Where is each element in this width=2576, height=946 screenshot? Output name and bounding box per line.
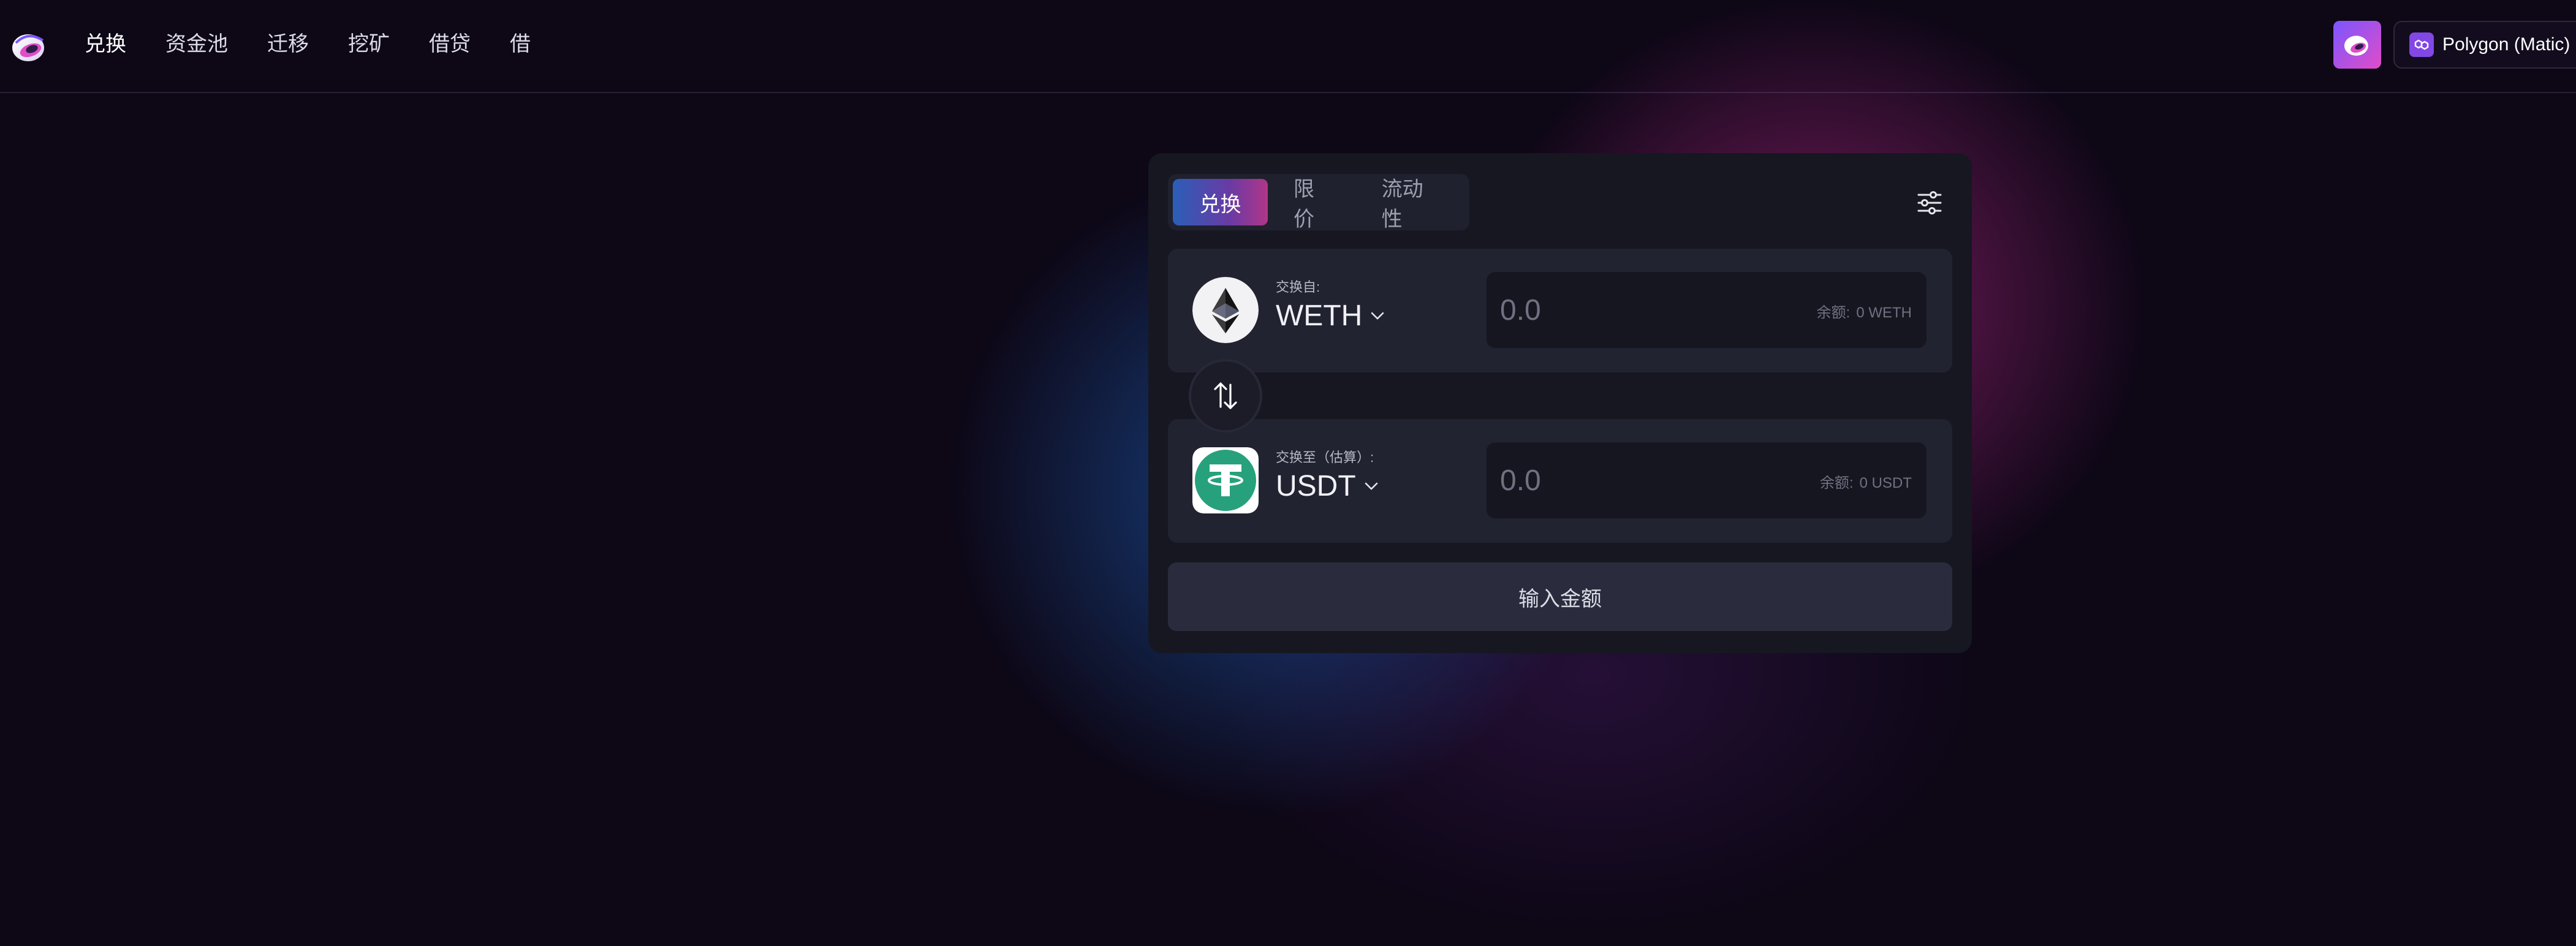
- nav-item-farm[interactable]: 挖矿: [348, 28, 390, 60]
- swap-mode-tabs: 兑换 限价 流动性: [1168, 174, 1469, 231]
- from-token-symbol: WETH: [1276, 300, 1363, 332]
- chevron-down-icon: [1365, 482, 1377, 490]
- to-token-meta: 交换至（估算）: USDT: [1276, 448, 1378, 504]
- app-avatar-icon: [2344, 36, 2368, 56]
- polygon-icon: [2409, 32, 2434, 57]
- account-avatar-button[interactable]: [2333, 21, 2381, 69]
- from-balance-label: 余额:: [1816, 305, 1851, 321]
- from-amount-box: 余额: 0 WETH: [1487, 272, 1926, 348]
- page: 兑换 资金池 迁移 挖矿 借贷 借 Polygon (Matic) 兑换 限价 …: [0, 0, 2576, 946]
- swap-to-panel: 交换至（估算）: USDT 余额: 0 USDT: [1168, 419, 1952, 543]
- to-caption: 交换至（估算）:: [1276, 450, 1374, 465]
- tether-icon: [1192, 447, 1259, 513]
- tab-liquidity[interactable]: 流动性: [1361, 178, 1464, 231]
- to-amount-input[interactable]: [1500, 460, 1745, 501]
- from-amount-input[interactable]: [1500, 289, 1745, 331]
- sliders-icon: [1917, 191, 1942, 214]
- swap-direction-button[interactable]: [1189, 359, 1262, 433]
- settings-button[interactable]: [1914, 187, 1945, 218]
- nav-item-migrate[interactable]: 迁移: [267, 28, 309, 60]
- ethereum-icon: [1192, 277, 1259, 343]
- network-label: Polygon (Matic): [2442, 34, 2570, 55]
- swap-from-panel: 交换自: WETH 余额: 0 WETH: [1168, 249, 1952, 373]
- enter-amount-button[interactable]: 输入金额: [1168, 562, 1952, 631]
- to-balance-value: 0 USDT: [1859, 475, 1912, 491]
- swap-card: 兑换 限价 流动性 交换自: WETH 0.0 余额: 0 WETH 交换至（估…: [1148, 153, 1972, 653]
- tab-swap[interactable]: 兑换: [1173, 179, 1268, 225]
- to-token-symbol: USDT: [1276, 470, 1356, 502]
- nav-item-lend[interactable]: 借贷: [429, 28, 471, 60]
- swap-arrows-icon: [1214, 382, 1237, 409]
- from-token-meta: 交换自: WETH: [1276, 278, 1384, 333]
- tab-limit[interactable]: 限价: [1273, 178, 1356, 231]
- app-logo-icon[interactable]: [10, 27, 49, 66]
- from-caption: 交换自:: [1276, 279, 1320, 295]
- from-balance-value: 0 WETH: [1856, 305, 1912, 321]
- chevron-down-icon: [1371, 312, 1384, 320]
- network-selector-button[interactable]: Polygon (Matic): [2393, 21, 2576, 69]
- top-navbar: 兑换 资金池 迁移 挖矿 借贷 借 Polygon (Matic): [0, 0, 2576, 93]
- main-nav: 兑换 资金池 迁移 挖矿 借贷 借: [85, 28, 531, 60]
- nav-item-borrow[interactable]: 借: [510, 28, 531, 60]
- from-balance: 余额: 0 WETH: [1817, 300, 1912, 322]
- from-token-select[interactable]: WETH: [1276, 299, 1384, 333]
- to-balance: 余额: 0 USDT: [1820, 471, 1912, 492]
- to-balance-label: 余额:: [1819, 475, 1854, 491]
- to-token-select[interactable]: USDT: [1276, 469, 1378, 504]
- nav-item-swap[interactable]: 兑换: [85, 28, 126, 60]
- nav-item-pool[interactable]: 资金池: [165, 28, 228, 60]
- to-amount-box: 余额: 0 USDT: [1487, 442, 1926, 518]
